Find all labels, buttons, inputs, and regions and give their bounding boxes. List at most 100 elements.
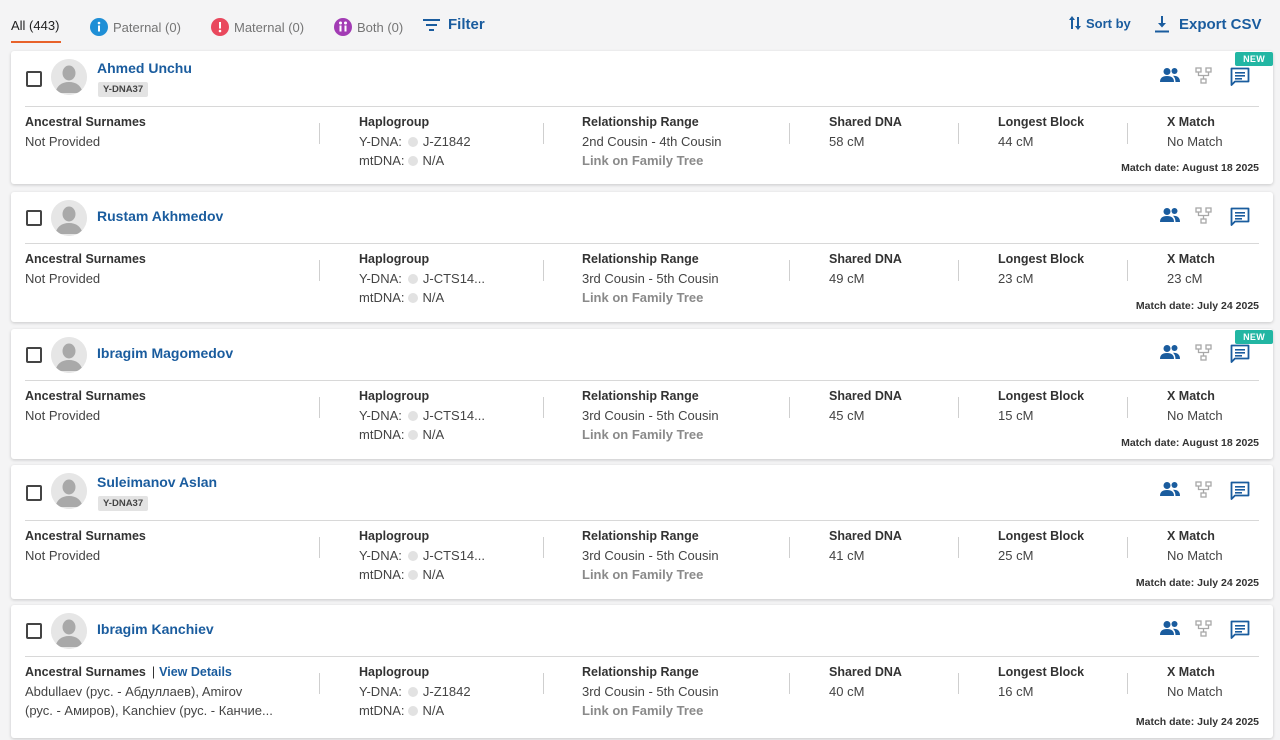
- longest-block-label: Longest Block: [998, 665, 1085, 679]
- avatar[interactable]: [51, 473, 87, 509]
- family-tree-icon[interactable]: [1195, 67, 1213, 90]
- shared-dna-column: Shared DNA 58 cM: [829, 113, 902, 151]
- column-separator: [958, 260, 959, 281]
- sort-arrows-icon: [1069, 16, 1081, 30]
- family-tree-icon[interactable]: [1195, 620, 1213, 643]
- message-icon[interactable]: [1230, 67, 1250, 92]
- match-name[interactable]: Ibragim Magomedov: [97, 345, 233, 361]
- relationship-range-label: Relationship Range: [582, 252, 699, 266]
- tab-paternal[interactable]: Paternal (0): [90, 18, 181, 36]
- message-icon[interactable]: [1230, 481, 1250, 506]
- match-select-checkbox[interactable]: [26, 210, 42, 226]
- shared-matches-icon[interactable]: [1159, 620, 1181, 641]
- tab-all[interactable]: All (443): [11, 18, 59, 33]
- column-separator: [789, 397, 790, 418]
- column-separator: [319, 537, 320, 558]
- match-select-checkbox[interactable]: [26, 485, 42, 501]
- download-icon: [1155, 16, 1169, 33]
- mtdna-status-dot-icon: [407, 292, 418, 303]
- ydna-row: Y-DNA: J-CTS14...: [359, 269, 485, 288]
- person-silhouette-icon: [51, 59, 87, 95]
- longest-block-value: 23 cM: [998, 271, 1034, 286]
- shared-dna-value: 49 cM: [829, 271, 865, 286]
- match-name[interactable]: Rustam Akhmedov: [97, 208, 223, 224]
- person-silhouette-icon: [51, 473, 87, 509]
- ancestral-surnames-heading: Ancestral Surnames: [25, 387, 146, 406]
- avatar[interactable]: [51, 200, 87, 236]
- column-separator: [958, 673, 959, 694]
- message-icon[interactable]: [1230, 207, 1250, 232]
- ydna-status-dot-icon: [407, 273, 418, 284]
- family-tree-icon[interactable]: [1195, 344, 1213, 367]
- column-separator: [1127, 673, 1128, 694]
- x-match-column: X Match 23 cM: [1167, 250, 1215, 288]
- match-card: Ibragim Magomedov NEW Ancestral Surnames…: [11, 329, 1273, 459]
- mtdna-label: mtDNA:: [359, 703, 405, 718]
- shared-matches-icon[interactable]: [1159, 344, 1181, 365]
- avatar[interactable]: [51, 613, 87, 649]
- dna-test-tag: Y-DNA37: [98, 496, 149, 511]
- link-family-tree-link[interactable]: Link on Family Tree: [582, 565, 719, 584]
- message-icon[interactable]: [1230, 620, 1250, 645]
- family-tree-icon[interactable]: [1195, 481, 1213, 504]
- match-name[interactable]: Suleimanov Aslan: [97, 474, 217, 490]
- shared-dna-label: Shared DNA: [829, 389, 902, 403]
- match-date: Match date: July 24 2025: [1135, 577, 1259, 589]
- ydna-status-dot-icon: [407, 550, 418, 561]
- person-silhouette-icon: [51, 613, 87, 649]
- relationship-range-label: Relationship Range: [582, 115, 699, 129]
- active-tab-underline: [11, 41, 61, 43]
- column-separator: [958, 397, 959, 418]
- tab-both[interactable]: Both (0): [334, 18, 403, 36]
- match-filter-bar: All (443) Paternal (0) Maternal (0) Both…: [0, 0, 1280, 50]
- column-separator: [789, 537, 790, 558]
- ydna-label: Y-DNA:: [359, 134, 402, 149]
- column-separator: [319, 123, 320, 144]
- shared-matches-icon[interactable]: [1159, 481, 1181, 502]
- filter-lines-icon: [423, 18, 440, 31]
- match-card-header: Ahmed Unchu Y-DNA37 NEW: [11, 51, 1273, 107]
- match-name[interactable]: Ahmed Unchu: [97, 60, 192, 76]
- tab-all-label: All (443): [11, 18, 60, 33]
- shared-matches-icon[interactable]: [1159, 207, 1181, 228]
- mtdna-row: mtDNA: N/A: [359, 288, 485, 307]
- ydna-status-dot-icon: [407, 136, 418, 147]
- longest-block-value: 25 cM: [998, 548, 1034, 563]
- ydna-label: Y-DNA:: [359, 548, 402, 563]
- ancestral-surnames-heading: Ancestral Surnames: [25, 113, 146, 132]
- x-match-value: No Match: [1167, 408, 1223, 423]
- view-details-link[interactable]: View Details: [159, 665, 232, 679]
- message-icon[interactable]: [1230, 344, 1250, 369]
- x-match-value: No Match: [1167, 548, 1223, 563]
- x-match-label: X Match: [1167, 389, 1215, 403]
- relationship-column: Relationship Range 3rd Cousin - 5th Cous…: [582, 527, 719, 584]
- mtdna-row: mtDNA: N/A: [359, 701, 471, 720]
- link-family-tree-link[interactable]: Link on Family Tree: [582, 701, 719, 720]
- ancestral-surnames-value: Not Provided: [25, 271, 101, 286]
- longest-block-value: 44 cM: [998, 134, 1034, 149]
- filter-button[interactable]: Filter: [423, 16, 485, 33]
- ancestral-surnames-value-cont: (рус. - Амиров), Kanchiev (рус. - Канчие…: [25, 703, 273, 718]
- ydna-row: Y-DNA: J-Z1842: [359, 682, 471, 701]
- relationship-range-label: Relationship Range: [582, 665, 699, 679]
- card-divider: [25, 656, 1259, 657]
- link-family-tree-link[interactable]: Link on Family Tree: [582, 151, 721, 170]
- match-select-checkbox[interactable]: [26, 71, 42, 87]
- sort-by-button[interactable]: Sort by: [1068, 15, 1131, 31]
- match-select-checkbox[interactable]: [26, 347, 42, 363]
- avatar[interactable]: [51, 337, 87, 373]
- column-separator: [543, 260, 544, 281]
- match-select-checkbox[interactable]: [26, 623, 42, 639]
- link-family-tree-link[interactable]: Link on Family Tree: [582, 425, 719, 444]
- tab-maternal[interactable]: Maternal (0): [211, 18, 304, 36]
- match-name[interactable]: Ibragim Kanchiev: [97, 621, 214, 637]
- export-csv-button[interactable]: Export CSV: [1155, 16, 1262, 33]
- column-separator: [958, 537, 959, 558]
- haplogroup-label: Haplogroup: [359, 115, 430, 129]
- link-family-tree-link[interactable]: Link on Family Tree: [582, 288, 719, 307]
- shared-matches-icon[interactable]: [1159, 67, 1181, 88]
- avatar[interactable]: [51, 59, 87, 95]
- family-tree-icon[interactable]: [1195, 207, 1213, 230]
- ancestral-surnames-label: Ancestral Surnames: [25, 389, 146, 403]
- longest-block-value: 15 cM: [998, 408, 1034, 423]
